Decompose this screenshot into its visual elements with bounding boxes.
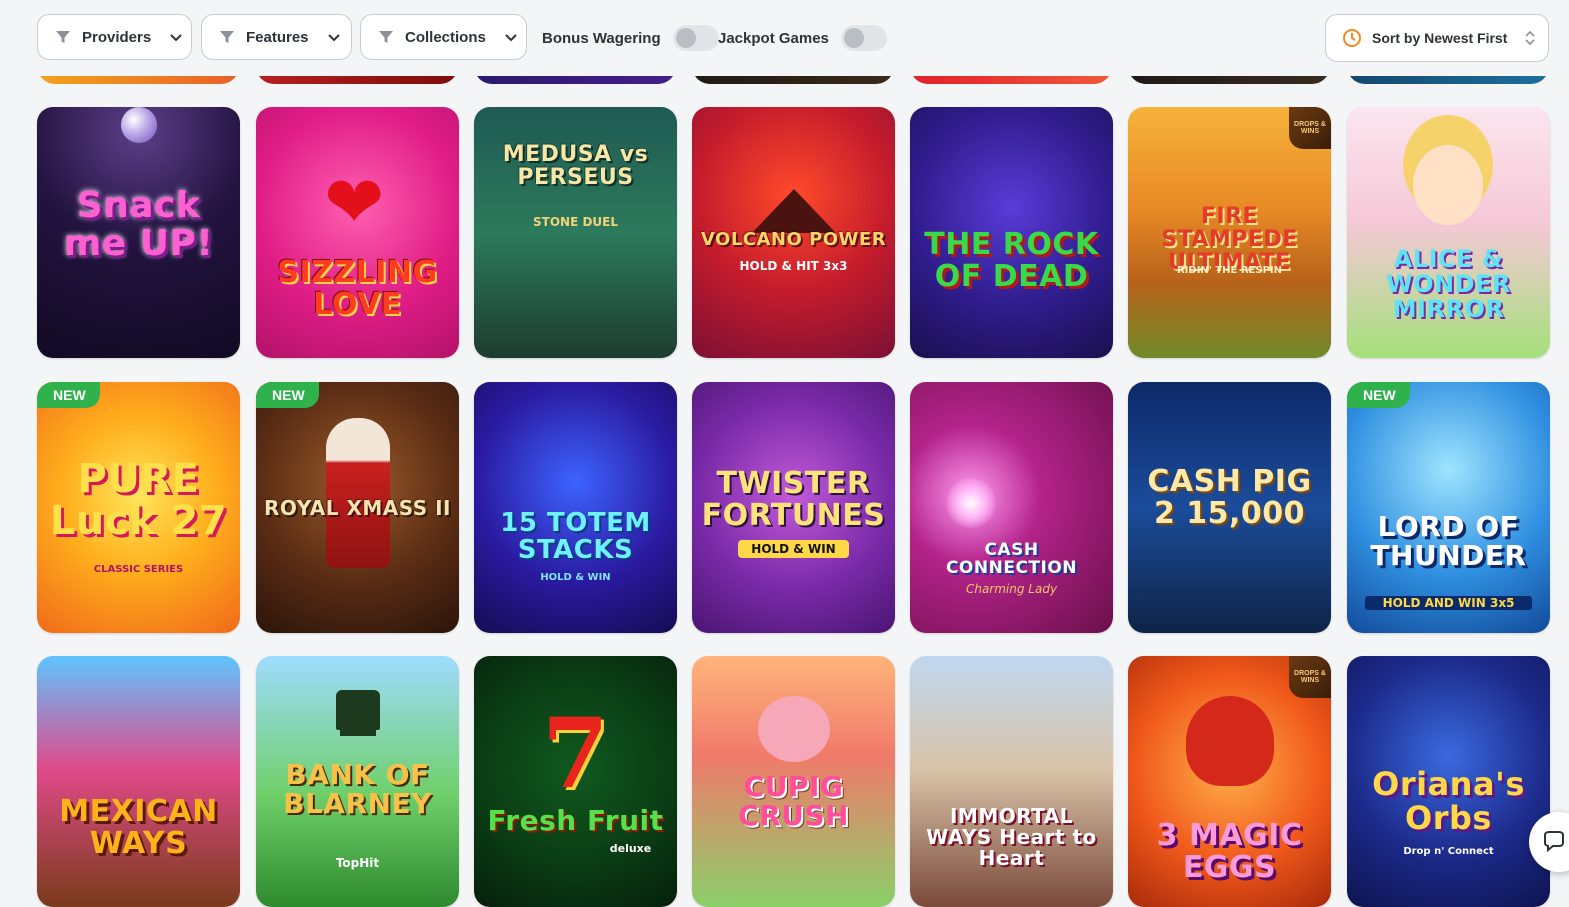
game-title: IMMORTAL WAYS Heart to Heart [926,804,1097,870]
game-title: BANK OF BLARNEY [283,758,432,821]
game-title: Snack me UP! [63,185,214,264]
dragon-figure [1186,696,1274,786]
game-tile[interactable]: NEW PURE Luck 27 CLASSIC SERIES [37,382,240,633]
collections-filter-button[interactable]: Collections [360,14,527,60]
game-title: CUPIG CRUSH [738,770,849,833]
character-face [1413,145,1483,225]
game-title: 3 MAGIC EGGS [1156,818,1303,885]
game-tile[interactable]: CASH CONNECTION Charming Lady [910,382,1113,633]
drops-wins-badge: DROPS & WINS [1289,656,1331,698]
game-title: SIZZLING LOVE [277,255,438,322]
game-subtitle: CLASSIC SERIES [93,564,184,575]
game-subtitle: STONE DUEL [533,215,618,229]
game-title: ROYAL XMASS II [264,496,451,520]
game-tile[interactable]: 15 TOTEM STACKS HOLD & WIN [474,382,677,633]
volcano-icon [752,189,836,233]
chevron-down-icon [170,34,182,42]
game-tile[interactable]: IMMORTAL WAYS Heart to Heart [910,656,1113,907]
bonus-wagering-toggle-group: Bonus Wagering [542,24,719,52]
game-title: MEDUSA vs PERSEUS [502,142,649,191]
game-tile[interactable]: ❤ SIZZLING LOVE [256,107,459,358]
game-tile[interactable]: DROPS & WINS FIRE STAMPEDE ULTIMATE RIDI… [1128,107,1331,358]
toggle-knob [843,28,864,48]
features-label: Features [246,28,309,46]
bonus-wagering-toggle[interactable] [672,25,719,51]
jackpot-games-toggle-group: Jackpot Games [718,24,887,52]
new-badge: NEW [37,382,100,408]
sort-arrows-icon [1525,30,1535,46]
game-tile[interactable]: 7 Fresh Fruit deluxe [474,656,677,907]
providers-filter-button[interactable]: Providers [37,14,192,60]
game-title: MEXICAN WAYS [59,794,218,861]
clock-icon [1343,29,1361,47]
magic-orb-icon [946,478,996,528]
game-tile[interactable]: TWISTER FORTUNES HOLD & WIN [692,382,895,633]
game-title: ALICE & WONDER MIRROR [1386,245,1511,324]
seven-icon: 7 [542,697,609,810]
game-subtitle: TopHit [335,856,380,870]
game-title: CASH PIG 2 15,000 [1147,464,1312,531]
drops-wins-badge: DROPS & WINS [1289,107,1331,149]
game-tile[interactable]: CASH PIG 2 15,000 [1128,382,1331,633]
game-tile[interactable]: DROPS & WINS 3 MAGIC EGGS [1128,656,1331,907]
game-title: TWISTER FORTUNES [701,466,886,533]
sort-select[interactable]: Sort by Newest First [1325,14,1549,62]
game-tile[interactable]: MEXICAN WAYS [37,656,240,907]
game-title: Oriana's Orbs [1372,765,1525,837]
filter-icon [379,31,393,43]
jackpot-games-toggle[interactable] [840,25,887,51]
leprechaun-hat-icon [336,690,380,730]
game-title: THE ROCK OF DEAD [924,227,1099,294]
game-title: PURE Luck 27 [49,456,228,544]
toggle-knob [675,28,696,48]
game-subtitle: HOLD AND WIN 3x5 [1365,596,1532,610]
game-title: VOLCANO POWER [700,229,887,250]
pig-figure [758,696,830,762]
filter-icon [56,31,70,43]
game-tile[interactable]: Snack me UP! [37,107,240,358]
game-title: CASH CONNECTION [945,540,1078,578]
santa-figure [326,418,390,568]
chat-icon [1544,831,1564,853]
game-tile[interactable]: ALICE & WONDER MIRROR [1347,107,1550,358]
game-tile[interactable]: CUPIG CRUSH [692,656,895,907]
new-badge: NEW [1347,382,1410,408]
bonus-wagering-label: Bonus Wagering [542,29,661,47]
providers-label: Providers [82,28,152,46]
game-subtitle: RIDIN' THE RESPIN [1176,265,1282,276]
sort-label: Sort by Newest First [1372,30,1508,46]
game-subtitle: HOLD & WIN [540,572,611,583]
game-title: FIRE STAMPEDE ULTIMATE [1161,204,1298,276]
game-subtitle: Drop n' Connect [1403,846,1494,857]
game-tile[interactable]: MEDUSA vs PERSEUS STONE DUEL [474,107,677,358]
collections-label: Collections [405,28,486,46]
chevron-down-icon [505,34,517,42]
filter-icon [220,31,234,43]
new-badge: NEW [256,382,319,408]
game-subtitle: HOLD & HIT 3x3 [739,259,848,273]
heart-icon: ❤ [324,163,385,243]
game-title: 15 TOTEM STACKS [500,508,651,566]
game-tile[interactable]: THE ROCK OF DEAD [910,107,1113,358]
game-title: Fresh Fruit [487,804,664,837]
game-tile[interactable]: NEW LORD OF THUNDER HOLD AND WIN 3x5 [1347,382,1550,633]
features-filter-button[interactable]: Features [201,14,352,60]
game-subtitle: HOLD & WIN [738,540,849,558]
game-subtitle: Charming Lady [965,582,1058,596]
chevron-down-icon [327,34,340,42]
game-tile[interactable]: BANK OF BLARNEY TopHit [256,656,459,907]
game-subtitle: deluxe [609,842,652,855]
game-tile[interactable]: VOLCANO POWER HOLD & HIT 3x3 [692,107,895,358]
filter-toolbar: Providers Features Collections Bonus Wag… [0,0,1569,76]
game-tile[interactable]: Oriana's Orbs Drop n' Connect [1347,656,1550,907]
game-art [37,656,240,907]
disco-ball-icon [121,107,157,143]
game-title: LORD OF THUNDER [1370,510,1527,573]
jackpot-games-label: Jackpot Games [718,29,829,47]
game-tile[interactable]: NEW ROYAL XMASS II [256,382,459,633]
